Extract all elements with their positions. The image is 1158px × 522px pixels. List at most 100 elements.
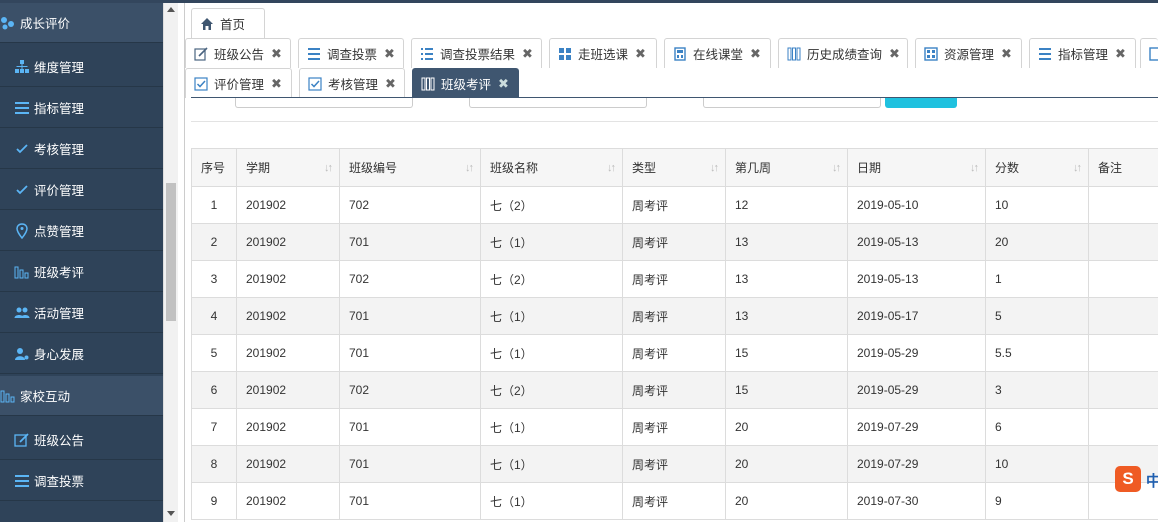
tab-course-selection[interactable]: 走班选课 ✖: [549, 38, 657, 68]
table-row[interactable]: 5 201902 701 七（1） 周考评 15 2019-05-29 5.5: [191, 334, 1158, 372]
sort-icon[interactable]: ↓↑: [465, 162, 474, 174]
sidebar-item-dimension[interactable]: 维度管理: [0, 47, 163, 87]
sidebar-item-assessment[interactable]: 考核管理: [0, 129, 163, 169]
sort-icon[interactable]: ↓↑: [1073, 162, 1082, 174]
sidebar-item-partial[interactable]: [0, 502, 163, 522]
table-cell: 周考评: [622, 297, 726, 335]
search-input[interactable]: [469, 98, 647, 108]
sort-icon[interactable]: ↓↑: [607, 162, 616, 174]
table-cell: 2: [191, 223, 237, 261]
table-cell: 201902: [236, 186, 340, 224]
close-icon[interactable]: ✖: [271, 46, 282, 62]
column-label: 备注: [1098, 161, 1123, 175]
sidebar-item-class-notice[interactable]: 班级公告: [0, 420, 163, 460]
table-row[interactable]: 2 201902 701 七（1） 周考评 13 2019-05-13 20: [191, 223, 1158, 261]
column-header[interactable]: 学期 ↓↑: [236, 148, 340, 187]
table-icon: [924, 46, 938, 61]
column-header[interactable]: 日期 ↓↑: [847, 148, 986, 187]
table-cell: 七（1）: [480, 408, 623, 446]
table-row[interactable]: 6 201902 702 七（2） 周考评 15 2019-05-29 3: [191, 371, 1158, 409]
sidebar-group-growth-evaluation[interactable]: 成长评价: [0, 3, 163, 43]
sort-icon[interactable]: ↓↑: [832, 162, 841, 174]
tab-indicator[interactable]: 指标管理 ✖: [1029, 38, 1136, 68]
tab-class-evaluation[interactable]: 班级考评 ✖: [412, 68, 519, 98]
check-icon: [14, 141, 30, 157]
table-row[interactable]: 8 201902 701 七（1） 周考评 20 2019-07-29 10: [191, 445, 1158, 483]
table-cell: 701: [339, 297, 481, 335]
tab-overflow[interactable]: [1140, 38, 1158, 68]
column-header[interactable]: 分数 ↓↑: [985, 148, 1089, 187]
table-cell: 702: [339, 260, 481, 298]
tab-label: 首页: [220, 18, 246, 32]
table-row[interactable]: 9 201902 701 七（1） 周考评 20 2019-07-30 9: [191, 482, 1158, 520]
search-button[interactable]: [885, 98, 957, 108]
scroll-down-icon[interactable]: [167, 511, 175, 516]
grid-icon: [558, 47, 572, 61]
tab-class-notice[interactable]: 班级公告 ✖: [185, 38, 291, 68]
tab-home[interactable]: 首页: [191, 8, 265, 38]
sort-icon[interactable]: ↓↑: [970, 162, 979, 174]
table-row[interactable]: 3 201902 702 七（2） 周考评 13 2019-05-13 1: [191, 260, 1158, 298]
tab-label: 调查投票结果: [440, 48, 516, 62]
tab-resources[interactable]: 资源管理 ✖: [915, 38, 1022, 68]
sidebar-scrollbar[interactable]: [163, 3, 178, 522]
close-icon[interactable]: ✖: [498, 76, 509, 92]
tab-score-history[interactable]: 历史成绩查询 ✖: [778, 38, 908, 68]
table-row[interactable]: 1 201902 702 七（2） 周考评 12 2019-05-10 10: [191, 186, 1158, 224]
tab-label: 在线课堂: [693, 48, 744, 62]
close-icon[interactable]: ✖: [385, 76, 396, 92]
sidebar-item-development[interactable]: 身心发展: [0, 334, 163, 374]
table-row[interactable]: 7 201902 701 七（1） 周考评 20 2019-07-29 6: [191, 408, 1158, 446]
table-cell: 1: [985, 260, 1089, 298]
sort-icon[interactable]: ↓↑: [710, 162, 719, 174]
checkbox-icon: [308, 76, 322, 91]
table-cell: 周考评: [622, 334, 726, 372]
table-cell: 701: [339, 223, 481, 261]
column-header[interactable]: 第几周 ↓↑: [725, 148, 848, 187]
ime-indicator[interactable]: S 中: [1115, 466, 1158, 492]
list-icon: [14, 100, 30, 116]
table-cell: 2019-05-17: [847, 297, 986, 335]
table-cell: 周考评: [622, 482, 726, 520]
table-cell: [1088, 186, 1158, 224]
table-cell: [1088, 334, 1158, 372]
table-cell: 6: [191, 371, 237, 409]
close-icon[interactable]: ✖: [750, 46, 761, 62]
sidebar-item-evaluation[interactable]: 评价管理: [0, 170, 163, 210]
column-label: 班级名称: [490, 161, 539, 175]
sidebar-item-survey[interactable]: 调查投票: [0, 461, 163, 501]
sidebar-group-home-school[interactable]: 家校互动: [0, 376, 163, 416]
close-icon[interactable]: ✖: [1115, 46, 1126, 62]
edit-icon: [14, 432, 30, 448]
table-cell: 4: [191, 297, 237, 335]
tab-evaluation[interactable]: 评价管理 ✖: [185, 68, 292, 98]
table-cell: 201902: [236, 260, 340, 298]
scrollbar-thumb[interactable]: [166, 183, 176, 321]
tab-survey[interactable]: 调查投票 ✖: [298, 38, 404, 68]
search-input[interactable]: [703, 98, 881, 108]
map-pin-icon: [14, 222, 30, 239]
scroll-up-icon[interactable]: [167, 7, 175, 12]
close-icon[interactable]: ✖: [384, 46, 395, 62]
sidebar-item-activity[interactable]: 活动管理: [0, 293, 163, 333]
close-icon[interactable]: ✖: [522, 46, 533, 62]
search-input[interactable]: [235, 98, 413, 108]
tab-online-class[interactable]: 在线课堂 ✖: [664, 38, 771, 68]
table-cell: 七（1）: [480, 297, 623, 335]
close-icon[interactable]: ✖: [271, 76, 282, 92]
close-icon[interactable]: ✖: [635, 46, 646, 62]
tab-label: 评价管理: [214, 78, 265, 92]
column-header[interactable]: 班级名称 ↓↑: [480, 148, 623, 187]
table-row[interactable]: 4 201902 701 七（1） 周考评 13 2019-05-17 5: [191, 297, 1158, 335]
sort-icon[interactable]: ↓↑: [324, 162, 333, 174]
close-icon[interactable]: ✖: [1001, 46, 1012, 62]
sidebar-item-indicator[interactable]: 指标管理: [0, 88, 163, 128]
column-header[interactable]: 班级编号 ↓↑: [339, 148, 481, 187]
tab-assessment[interactable]: 考核管理 ✖: [299, 68, 405, 98]
tab-survey-result[interactable]: 调查投票结果 ✖: [411, 38, 542, 68]
table-cell: 2019-05-10: [847, 186, 986, 224]
column-header[interactable]: 类型 ↓↑: [622, 148, 726, 187]
sidebar-item-class-evaluation[interactable]: 班级考评: [0, 252, 163, 292]
sidebar-item-likes[interactable]: 点赞管理: [0, 211, 163, 251]
close-icon[interactable]: ✖: [889, 46, 900, 62]
